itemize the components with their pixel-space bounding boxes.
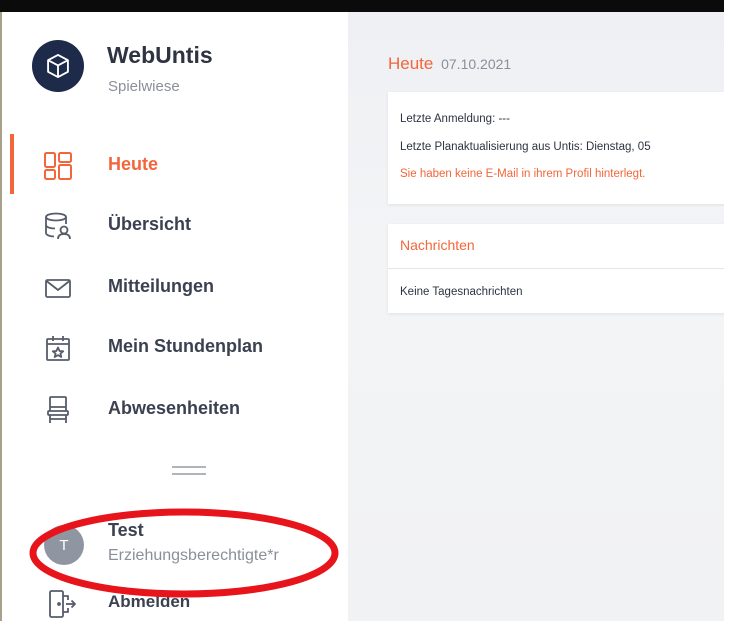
app-title: WebUntis bbox=[107, 42, 213, 68]
info-card: Letzte Anmeldung: --- Letzte Planaktuali… bbox=[388, 92, 731, 204]
sidebar-item-label: Abwesenheiten bbox=[108, 398, 241, 418]
calendar-star-icon bbox=[46, 336, 70, 361]
window-right-edge bbox=[724, 0, 731, 621]
news-header: Nachrichten bbox=[400, 237, 475, 253]
app-window: WebUntis Spielwiese Heute Übersicht Mitt… bbox=[0, 0, 731, 621]
news-empty-text: Keine Tagesnachrichten bbox=[400, 286, 523, 298]
last-login-text: Letzte Anmeldung: --- bbox=[400, 113, 510, 125]
sidebar-item-abwesenheiten[interactable]: Abwesenheiten bbox=[2, 382, 348, 438]
envelope-icon bbox=[45, 279, 71, 298]
app-subtitle: Spielwiese bbox=[108, 78, 180, 95]
logout-button[interactable]: Abmelden bbox=[108, 592, 190, 612]
page-title: Heute 07.10.2021 bbox=[388, 54, 511, 74]
sidebar-item-label: Heute bbox=[108, 154, 159, 174]
overview-database-icon bbox=[45, 212, 71, 240]
sidebar-item-mitteilungen[interactable]: Mitteilungen bbox=[2, 260, 348, 316]
logout-icon[interactable] bbox=[46, 588, 78, 620]
dashboard-icon bbox=[44, 152, 72, 180]
app-logo[interactable] bbox=[32, 40, 84, 92]
news-divider bbox=[388, 268, 731, 269]
sidebar-item-heute[interactable]: Heute bbox=[2, 138, 348, 194]
chair-icon bbox=[47, 396, 69, 423]
window-top-border bbox=[0, 0, 724, 12]
sidebar-item-label: Mitteilungen bbox=[108, 276, 214, 296]
sidebar-item-label: Mein Stundenplan bbox=[108, 336, 263, 356]
last-update-text: Letzte Planaktualisierung aus Untis: Die… bbox=[400, 141, 651, 153]
news-card: Nachrichten Keine Tagesnachrichten bbox=[388, 224, 731, 313]
sidebar-drag-handle[interactable] bbox=[172, 466, 206, 476]
page-title-text: Heute bbox=[388, 54, 434, 73]
sidebar-item-uebersicht[interactable]: Übersicht bbox=[2, 198, 348, 254]
main-content: Heute 07.10.2021 Letzte Anmeldung: --- L… bbox=[348, 12, 731, 621]
user-role: Erziehungsberechtigte*r bbox=[108, 547, 279, 564]
avatar[interactable]: T bbox=[44, 525, 84, 565]
sidebar: WebUntis Spielwiese Heute Übersicht Mitt… bbox=[2, 12, 348, 621]
cube-icon bbox=[47, 53, 69, 79]
user-name[interactable]: Test bbox=[108, 520, 144, 541]
sidebar-item-mein-stundenplan[interactable]: Mein Stundenplan bbox=[2, 320, 348, 376]
page-date: 07.10.2021 bbox=[441, 56, 512, 72]
sidebar-item-label: Übersicht bbox=[108, 214, 192, 234]
email-warning-text[interactable]: Sie haben keine E-Mail in ihrem Profil h… bbox=[400, 168, 645, 180]
